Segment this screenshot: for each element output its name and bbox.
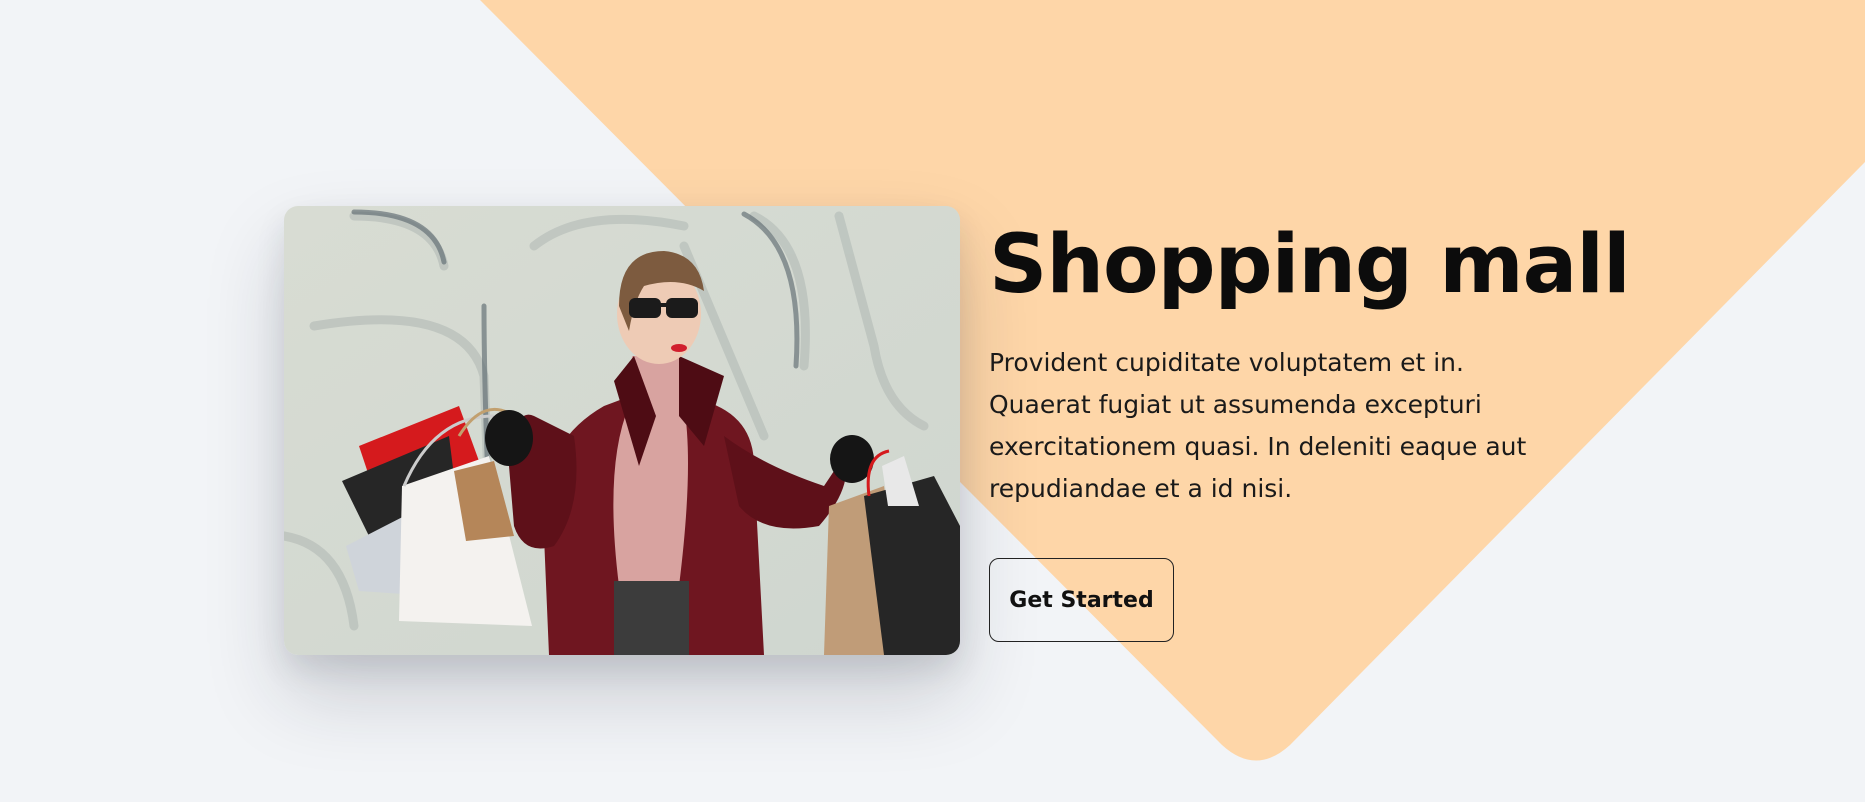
- hero-section: Shopping mall Provident cupiditate volup…: [0, 0, 1865, 802]
- page-title: Shopping mall: [989, 218, 1631, 312]
- woman-shopping-bags-photo: [284, 206, 960, 655]
- hero-text: Shopping mall Provident cupiditate volup…: [989, 216, 1631, 510]
- get-started-button[interactable]: Get Started: [989, 558, 1174, 642]
- hero-description: Provident cupiditate voluptatem et in. Q…: [989, 348, 1527, 503]
- hero-image: [284, 206, 960, 655]
